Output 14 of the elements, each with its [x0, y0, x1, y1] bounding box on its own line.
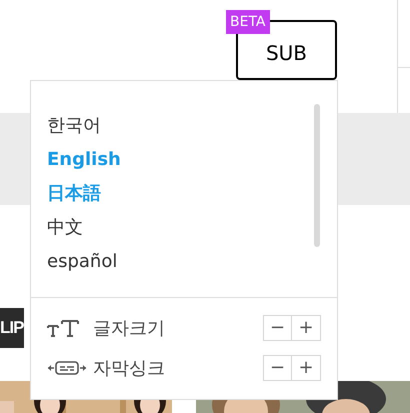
language-option[interactable]: 中文	[47, 211, 83, 245]
subtitle-sync-icon	[47, 358, 87, 378]
text-size-icon	[47, 318, 81, 338]
language-option[interactable]: 한국어	[47, 109, 101, 143]
language-option[interactable]: español	[47, 245, 118, 279]
decrease-button[interactable]: −	[263, 315, 292, 341]
setting-label: 자막싱크	[93, 356, 166, 380]
increase-button[interactable]: +	[292, 355, 321, 381]
beta-badge: BETA	[226, 10, 270, 34]
increase-button[interactable]: +	[292, 315, 321, 341]
scrollbar[interactable]	[314, 104, 320, 247]
setting-label: 글자크기	[93, 316, 166, 340]
clip-badge: LIP	[0, 308, 24, 348]
decrease-button[interactable]: −	[263, 355, 292, 381]
